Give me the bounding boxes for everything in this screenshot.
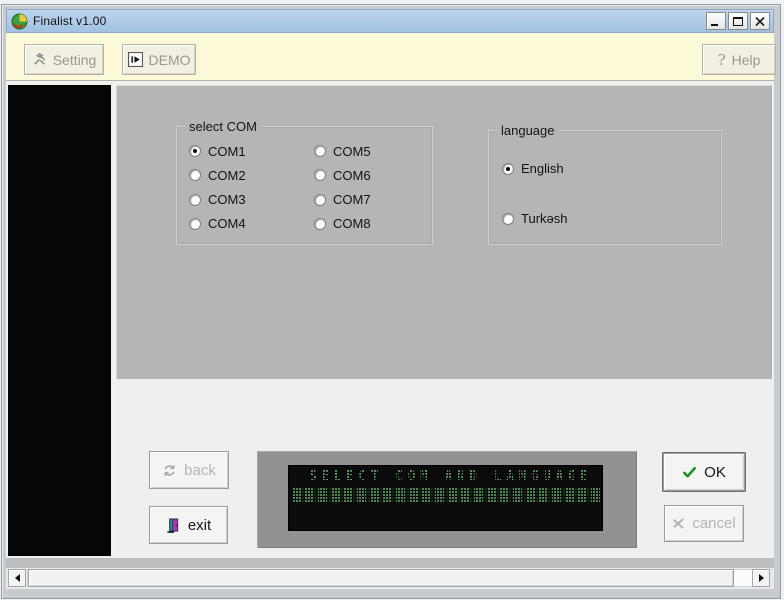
maximize-button[interactable] [728,12,748,30]
window-controls [706,12,773,30]
radio-button-com3[interactable] [189,194,201,206]
radio-button-com7[interactable] [314,194,326,206]
app-icon [11,13,28,30]
radio-button-english[interactable] [502,163,514,175]
radio-label-com6: COM6 [333,168,371,183]
titlebar[interactable]: Finalist v1.00 [6,9,774,33]
demo-label: DEMO [149,52,191,68]
horizontal-scrollbar[interactable] [6,568,774,589]
led-display: SELECT COM AND LANGUAGE [288,465,603,531]
minimize-button[interactable] [706,12,726,30]
green-check-icon [682,465,697,480]
scrollbar-thumb[interactable] [28,569,734,587]
com-options: COM1 COM2 COM3 COM4 [189,139,424,236]
question-mark-icon: ? [718,51,726,69]
close-button[interactable] [750,12,770,30]
setting-label: Setting [53,52,97,68]
cancel-button[interactable]: cancel [664,505,744,542]
help-label: Help [732,52,761,68]
radio-com1[interactable]: COM1 [189,139,314,163]
black-sidebar [8,85,111,556]
language-label: language [497,123,559,138]
radio-label-com5: COM5 [333,144,371,159]
back-label: back [184,462,216,479]
radio-com8[interactable]: COM8 [314,212,424,236]
led-dot-row [292,487,600,502]
radio-label-com3: COM3 [208,192,246,207]
exit-label: exit [188,517,211,534]
radio-label-turkesh: Turkəsh [521,211,567,226]
app-window: Finalist v1.00 Setting [1,4,781,599]
radio-label-com7: COM7 [333,192,371,207]
maximize-icon [733,17,743,26]
radio-button-com8[interactable] [314,218,326,230]
select-com-groupbox: select COM COM1 COM2 COM3 [176,126,433,245]
radio-label-english: English [521,161,564,176]
gray-x-icon [672,517,685,530]
back-button[interactable]: back [149,451,229,489]
setting-button[interactable]: Setting [24,44,104,75]
bottom-strip [6,558,774,568]
play-in-box-icon [128,52,143,67]
radio-button-com5[interactable] [314,145,326,157]
radio-button-com2[interactable] [189,169,201,181]
radio-label-com1: COM1 [208,144,246,159]
client-area: select COM COM1 COM2 COM3 [6,81,774,589]
scrollbar-track[interactable] [27,569,766,587]
minimize-icon [711,17,721,26]
radio-button-com6[interactable] [314,169,326,181]
scroll-left-icon [15,574,20,582]
radio-turkesh[interactable]: Turkəsh [502,211,567,226]
toolbar: Setting DEMO ? Help [6,33,774,81]
ok-label: OK [704,464,726,481]
scroll-left-button[interactable] [8,569,26,587]
scroll-right-icon [759,574,764,582]
radio-com4[interactable]: COM4 [189,212,314,236]
scroll-right-button[interactable] [752,569,770,587]
radio-com7[interactable]: COM7 [314,188,424,212]
radio-english[interactable]: English [502,161,564,176]
led-message: SELECT COM AND LANGUAGE [309,469,593,484]
refresh-arrows-icon [162,463,177,478]
tools-icon [32,52,47,67]
cancel-label: cancel [692,515,735,532]
footer-panel: back exit SELECT COM AND LANGUAGE [116,379,772,556]
ok-button[interactable]: OK [663,453,745,491]
close-icon [755,17,765,26]
door-exit-icon [166,517,181,534]
window-title: Finalist v1.00 [33,14,107,28]
radio-com5[interactable]: COM5 [314,139,424,163]
radio-label-com4: COM4 [208,216,246,231]
radio-button-com1[interactable] [189,145,201,157]
radio-label-com8: COM8 [333,216,371,231]
radio-button-turkesh[interactable] [502,213,514,225]
exit-button[interactable]: exit [149,506,228,544]
screen: { "titlebar": { "title": "Finalist v1.00… [0,0,784,600]
language-groupbox: language English Turkəsh [488,130,722,245]
settings-panel: select COM COM1 COM2 COM3 [116,85,772,379]
led-panel-frame: SELECT COM AND LANGUAGE [257,451,637,548]
demo-button[interactable]: DEMO [122,44,196,75]
help-button[interactable]: ? Help [702,44,776,75]
radio-com2[interactable]: COM2 [189,163,314,187]
radio-com6[interactable]: COM6 [314,163,424,187]
select-com-label: select COM [185,119,261,134]
radio-com3[interactable]: COM3 [189,188,314,212]
radio-button-com4[interactable] [189,218,201,230]
radio-label-com2: COM2 [208,168,246,183]
